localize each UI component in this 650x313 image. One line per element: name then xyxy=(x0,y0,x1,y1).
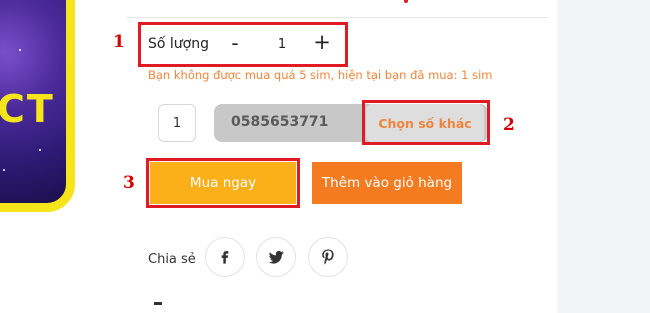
pinterest-icon xyxy=(322,249,334,265)
product-image: CT xyxy=(0,0,75,212)
sim-number: 0585653771 xyxy=(231,114,329,130)
twitter-icon xyxy=(268,250,284,264)
bottom-partial-icon xyxy=(154,302,162,313)
quantity-label: Số lượng xyxy=(148,36,209,52)
share-label: Chia sẻ xyxy=(148,252,196,267)
quantity-decrease-button[interactable]: - xyxy=(227,31,243,55)
annotation-number-2: 2 xyxy=(503,115,515,135)
right-panel-background xyxy=(557,0,650,313)
purchase-limit-warning: Bạn không được mua quá 5 sim, hiện tại b… xyxy=(148,68,493,82)
annotation-box-change-number xyxy=(362,100,490,145)
pinterest-share-button[interactable] xyxy=(308,237,348,277)
annotation-number-1: 1 xyxy=(113,32,125,52)
star-dot xyxy=(3,169,5,171)
facebook-icon xyxy=(221,251,229,264)
sim-count-box: 1 xyxy=(158,104,196,142)
twitter-share-button[interactable] xyxy=(256,237,296,277)
product-image-text: CT xyxy=(0,87,55,131)
add-to-cart-button[interactable]: Thêm vào giỏ hàng xyxy=(312,162,462,204)
star-dot xyxy=(19,49,21,51)
quantity-value[interactable]: 1 xyxy=(274,37,290,52)
star-dot xyxy=(39,149,41,151)
annotation-box-buy-now xyxy=(146,158,300,208)
facebook-share-button[interactable] xyxy=(205,237,245,277)
top-divider xyxy=(126,17,547,18)
quantity-increase-button[interactable]: + xyxy=(312,30,332,54)
annotation-number-3: 3 xyxy=(123,173,135,193)
price-fragment xyxy=(404,0,408,3)
